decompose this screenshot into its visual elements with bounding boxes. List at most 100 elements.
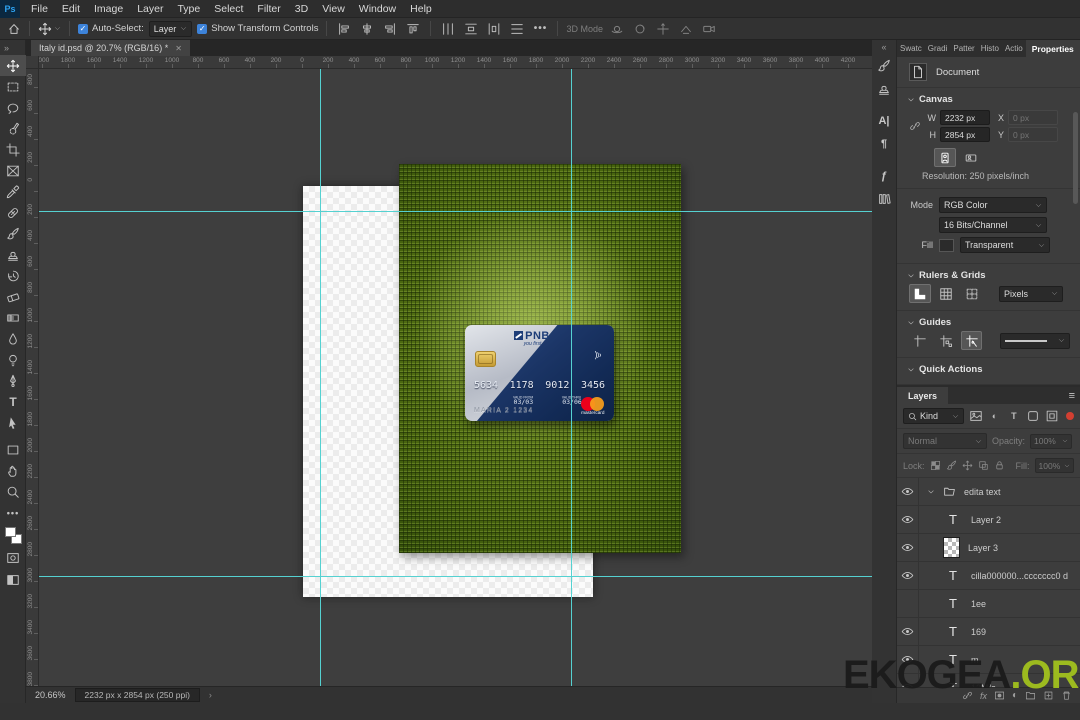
more-options-icon[interactable]: ••• <box>531 20 549 38</box>
tab-gradi[interactable]: Gradi <box>925 40 951 57</box>
horizontal-guide[interactable] <box>39 576 872 577</box>
filter-toggle[interactable] <box>1066 412 1074 420</box>
brush-settings-icon[interactable] <box>872 54 897 77</box>
canvas-guides-icon[interactable] <box>960 331 983 350</box>
expand-group-icon[interactable] <box>927 488 935 496</box>
history-brush-tool[interactable] <box>0 265 26 286</box>
dodge-tool[interactable] <box>0 349 26 370</box>
width-field[interactable]: 2232 px <box>940 110 990 125</box>
tab-properties[interactable]: Properties <box>1025 40 1080 57</box>
rulers-toggle-icon[interactable] <box>909 284 931 303</box>
menu-item-file[interactable]: File <box>24 0 55 17</box>
libraries-panel-icon[interactable] <box>872 187 897 210</box>
quick-selection-tool[interactable] <box>0 118 26 139</box>
align-left-edges-icon[interactable] <box>335 20 353 38</box>
menu-item-layer[interactable]: Layer <box>130 0 170 17</box>
show-transform-controls-checkbox[interactable]: ✓ Show Transform Controls <box>197 23 318 34</box>
blend-mode-dropdown[interactable]: Normal <box>903 433 987 449</box>
document-tab[interactable]: Italy id.psd @ 20.7% (RGB/16) * ✕ <box>31 40 190 56</box>
lock-artboard-icon[interactable] <box>978 460 989 471</box>
filter-pixel-layers-icon[interactable] <box>967 409 983 424</box>
frame-tool[interactable] <box>0 160 26 181</box>
tab-layers[interactable]: Layers <box>897 387 949 404</box>
current-tool-move-icon[interactable] <box>38 22 61 36</box>
horizontal-guide[interactable] <box>39 211 872 212</box>
bit-depth-dropdown[interactable]: 16 Bits/Channel <box>939 217 1047 233</box>
layer-row[interactable]: T 169 <box>897 618 1080 646</box>
vertical-ruler[interactable]: 800 600 400 200 0 200 400 600 800 1000 1200 1400 160… <box>26 56 39 686</box>
layers-menu-icon[interactable]: ≡ <box>1064 390 1080 402</box>
pen-tool[interactable] <box>0 370 26 391</box>
screen-mode-icon[interactable] <box>0 571 26 588</box>
3d-pan-icon[interactable] <box>654 20 672 38</box>
menu-item-edit[interactable]: Edit <box>55 0 87 17</box>
menu-item-help[interactable]: Help <box>403 0 439 17</box>
layer-visibility-toggle[interactable] <box>897 618 919 645</box>
layer-visibility-toggle[interactable] <box>897 534 919 561</box>
align-horizontal-centers-icon[interactable] <box>358 20 376 38</box>
height-field[interactable]: 2854 px <box>940 127 990 142</box>
blur-tool[interactable] <box>0 328 26 349</box>
text-layer-thumbnail[interactable]: T <box>943 624 963 639</box>
lasso-tool[interactable] <box>0 97 26 118</box>
color-mode-dropdown[interactable]: RGB Color <box>939 197 1047 213</box>
close-tab-icon[interactable]: ✕ <box>175 44 182 53</box>
tab-patter[interactable]: Patter <box>950 40 977 57</box>
hand-tool[interactable] <box>0 460 26 481</box>
lock-all-icon[interactable] <box>994 460 1005 471</box>
layer-filter-kind-dropdown[interactable]: Kind <box>903 408 965 424</box>
auto-select-checkbox[interactable]: ✓ Auto-Select: <box>78 23 144 34</box>
landscape-orientation-button[interactable] <box>960 148 982 167</box>
lock-transparent-icon[interactable] <box>930 460 941 471</box>
eyedropper-tool[interactable] <box>0 181 26 202</box>
toolbar-collapse-icon[interactable]: » <box>0 40 25 55</box>
clone-source-icon[interactable] <box>872 77 897 100</box>
portrait-orientation-button[interactable] <box>934 148 956 167</box>
move-tool[interactable] <box>0 55 26 76</box>
edit-toolbar[interactable]: ••• <box>0 502 26 523</box>
link-dimensions-icon[interactable] <box>909 120 921 132</box>
pixel-grid-toggle-icon[interactable] <box>961 284 983 303</box>
filter-adjustment-layers-icon[interactable]: ◐ <box>987 409 1003 424</box>
guides-header[interactable]: Guides <box>907 317 1070 328</box>
align-right-edges-icon[interactable] <box>381 20 399 38</box>
gradient-tool[interactable] <box>0 307 26 328</box>
3d-orbit-icon[interactable] <box>608 20 626 38</box>
text-layer-thumbnail[interactable]: T <box>943 568 963 583</box>
grid-toggle-icon[interactable] <box>935 284 957 303</box>
photoshop-logo[interactable]: Ps <box>0 0 20 18</box>
menu-item-view[interactable]: View <box>315 0 352 17</box>
units-dropdown[interactable]: Pixels <box>999 285 1063 302</box>
fill-swatch[interactable] <box>939 238 954 252</box>
canvas-section-header[interactable]: Canvas <box>907 94 1070 105</box>
guides-toggle-icon[interactable] <box>909 331 931 350</box>
healing-brush-tool[interactable] <box>0 202 26 223</box>
type-tool[interactable]: T <box>0 391 26 412</box>
eraser-tool[interactable] <box>0 286 26 307</box>
text-layer-thumbnail[interactable]: T <box>943 596 963 611</box>
menu-item-window[interactable]: Window <box>352 0 403 17</box>
3d-slide-icon[interactable] <box>677 20 695 38</box>
vertical-guide[interactable] <box>320 69 321 686</box>
align-top-edges-icon[interactable] <box>404 20 422 38</box>
layer-visibility-toggle[interactable] <box>897 562 919 589</box>
layer-visibility-toggle[interactable] <box>897 478 919 505</box>
status-options-icon[interactable]: › <box>209 690 212 700</box>
glyphs-panel-icon[interactable]: ƒ <box>872 164 897 187</box>
horizontal-ruler[interactable]: 2000 1800 1600 1400 1200 1000 800 600 400 200 0 200… <box>26 56 872 69</box>
distribute-left-icon[interactable] <box>439 20 457 38</box>
character-panel-icon[interactable]: A| <box>872 109 897 132</box>
expand-panels-icon[interactable]: « <box>872 40 896 54</box>
menu-item-select[interactable]: Select <box>207 0 250 17</box>
marquee-tool[interactable] <box>0 76 26 97</box>
layer-row[interactable]: Layer 3 <box>897 534 1080 562</box>
3d-camera-icon[interactable] <box>700 20 718 38</box>
tab-histo[interactable]: Histo <box>978 40 1002 57</box>
guide-style-dropdown[interactable] <box>1000 332 1070 349</box>
foreground-color-swatch[interactable] <box>4 527 16 537</box>
credit-card-layer[interactable]: PNB you first 5634 1178 9012 3456 VALID FRO… <box>465 325 614 421</box>
distribute-horizontal-icon[interactable] <box>485 20 503 38</box>
layer-visibility-toggle[interactable] <box>897 506 919 533</box>
lock-pixels-icon[interactable] <box>946 460 957 471</box>
text-layer-thumbnail[interactable]: T <box>943 512 963 527</box>
